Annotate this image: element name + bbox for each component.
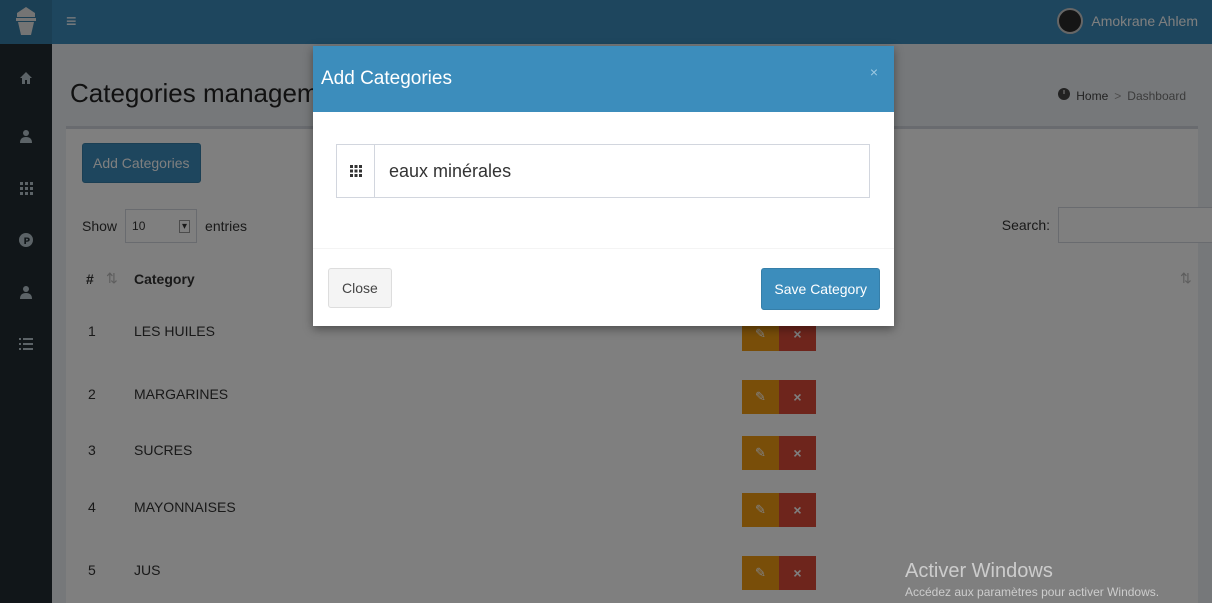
grid-icon bbox=[337, 145, 375, 197]
watermark-title: Activer Windows bbox=[905, 560, 1053, 582]
modal-footer: Close Save Category bbox=[313, 248, 894, 326]
add-categories-modal: Add Categories × eaux minérales Close Sa… bbox=[313, 46, 894, 326]
watermark-subtitle: Accédez aux paramètres pour activer Wind… bbox=[905, 585, 1160, 599]
modal-body: eaux minérales bbox=[313, 112, 894, 248]
close-icon[interactable]: × bbox=[870, 64, 878, 80]
activation-watermark: Activer Windows Accédez aux paramètres p… bbox=[905, 560, 1159, 599]
category-name-input[interactable]: eaux minérales bbox=[375, 145, 869, 197]
category-input-group: eaux minérales bbox=[336, 144, 870, 198]
modal-title: Add Categories bbox=[321, 68, 452, 89]
close-button[interactable]: Close bbox=[328, 268, 392, 308]
modal-header: Add Categories × bbox=[313, 46, 894, 112]
save-category-button[interactable]: Save Category bbox=[761, 268, 880, 310]
